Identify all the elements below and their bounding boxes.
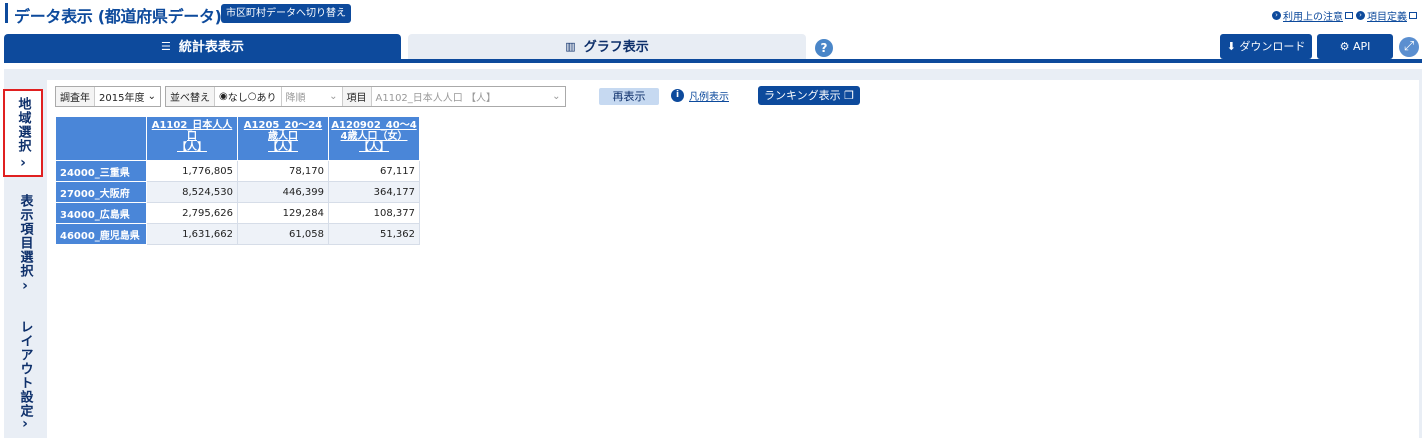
sort-radio-group: ◉ なし ○ あり <box>215 87 281 106</box>
chevron-down-icon: ⌄ <box>147 91 157 102</box>
ranking-display-button[interactable]: ランキング表示 ❐ <box>758 86 861 105</box>
table-cell: 1,776,805 <box>146 160 238 182</box>
year-label: 調査年 <box>56 87 95 106</box>
chevron-right-icon: › <box>22 416 28 432</box>
chevron-down-icon: ⌄ <box>329 91 338 102</box>
redisplay-button[interactable]: 再表示 <box>599 88 659 105</box>
row-header-region: 46000_鹿児島県 <box>55 223 147 245</box>
year-filter: 調査年 2015年度 ⌄ <box>55 86 162 107</box>
legend-display-link[interactable]: i 凡例表示 <box>671 88 729 103</box>
external-window-icon <box>1409 12 1417 19</box>
sort-none-radio[interactable]: ◉ <box>219 91 228 102</box>
table-cell: 8,524,530 <box>146 181 238 203</box>
window-icon: ❐ <box>844 89 855 102</box>
chevron-down-icon: ⌄ <box>552 91 561 102</box>
column-header-a1102[interactable]: A1102_日本人人 口 【人】 <box>146 116 238 161</box>
side-tab-region-select[interactable]: 地域選択 › <box>3 89 43 177</box>
switch-to-municipality-button[interactable]: 市区町村データへ切り替え <box>221 4 351 23</box>
side-tab-item-select[interactable]: 表示項目選択 › <box>10 188 40 298</box>
table-list-icon: ☰ <box>161 40 171 53</box>
column-header-a120902[interactable]: A120902_40～4 4歳人口（女） 【人】 <box>328 116 420 161</box>
table-cell: 67,117 <box>328 160 420 182</box>
page-header: データ表示 (都道府県データ) 市区町村データへ切り替え › 利用上の注意 › … <box>0 0 1423 30</box>
row-header-region: 34000_広島県 <box>55 202 147 224</box>
table-row: 27000_大阪府 8,524,530 446,399 364,177 <box>55 181 420 203</box>
tab-statistics-table[interactable]: ☰ 統計表表示 <box>4 34 401 59</box>
table-row: 24000_三重県 1,776,805 78,170 67,117 <box>55 160 420 182</box>
help-icon[interactable]: ? <box>815 39 833 57</box>
table-cell: 446,399 <box>237 181 329 203</box>
order-select[interactable]: 降順 ⌄ <box>280 87 342 106</box>
table-row: 34000_広島県 2,795,626 129,284 108,377 <box>55 202 420 224</box>
table-cell: 51,362 <box>328 223 420 245</box>
page-title: データ表示 (都道府県データ) <box>14 7 222 26</box>
item-definition-link[interactable]: › 項目定義 <box>1356 8 1417 23</box>
item-select[interactable]: A1102_日本人人口 【人】 ⌄ <box>371 87 565 106</box>
api-button[interactable]: ⚙ API <box>1317 34 1393 59</box>
arrow-circle-icon: › <box>1272 11 1281 20</box>
chevron-right-icon: › <box>20 155 26 171</box>
info-icon: i <box>671 89 684 102</box>
usage-notes-link[interactable]: › 利用上の注意 <box>1272 8 1353 23</box>
item-label: 項目 <box>341 87 372 106</box>
table-cell: 129,284 <box>237 202 329 224</box>
table-corner-cell <box>55 116 147 161</box>
table-cell: 61,058 <box>237 223 329 245</box>
download-icon: ⬇ <box>1226 40 1236 53</box>
statistics-table: A1102_日本人人 口 【人】 A1205_20～24 歳人口 【人】 A12… <box>55 116 420 245</box>
table-cell: 364,177 <box>328 181 420 203</box>
table-cell: 78,170 <box>237 160 329 182</box>
gears-icon: ⚙ <box>1339 40 1350 53</box>
sort-filter: 並べ替え ◉ なし ○ あり 降順 ⌄ 項目 A1102_日本人人口 【人】 ⌄ <box>165 86 566 107</box>
fullscreen-expand-icon[interactable]: ⤢ <box>1399 37 1419 57</box>
row-header-region: 27000_大阪府 <box>55 181 147 203</box>
chevron-right-icon: › <box>22 278 28 294</box>
row-header-region: 24000_三重県 <box>55 160 147 182</box>
sort-label: 並べ替え <box>166 87 216 106</box>
side-tab-layout-settings[interactable]: レイアウト設定 › <box>10 312 40 436</box>
table-cell: 1,631,662 <box>146 223 238 245</box>
tab-graph[interactable]: ▥ グラフ表示 <box>408 34 806 59</box>
tab-underline <box>4 59 1422 63</box>
bar-chart-icon: ▥ <box>565 40 576 53</box>
filter-bar: 調査年 2015年度 ⌄ 並べ替え ◉ なし ○ あり 降順 ⌄ 項目 A1102_日… <box>55 86 566 107</box>
table-row: 46000_鹿児島県 1,631,662 61,058 51,362 <box>55 223 420 245</box>
external-window-icon <box>1345 12 1353 19</box>
column-header-a1205[interactable]: A1205_20～24 歳人口 【人】 <box>237 116 329 161</box>
table-cell: 2,795,626 <box>146 202 238 224</box>
title-accent-bar <box>5 3 8 23</box>
sort-yes-radio[interactable]: ○ <box>248 91 257 102</box>
table-cell: 108,377 <box>328 202 420 224</box>
download-button[interactable]: ⬇ ダウンロード <box>1220 34 1312 59</box>
arrow-circle-icon: › <box>1356 11 1365 20</box>
year-select[interactable]: 2015年度 ⌄ <box>95 87 161 106</box>
